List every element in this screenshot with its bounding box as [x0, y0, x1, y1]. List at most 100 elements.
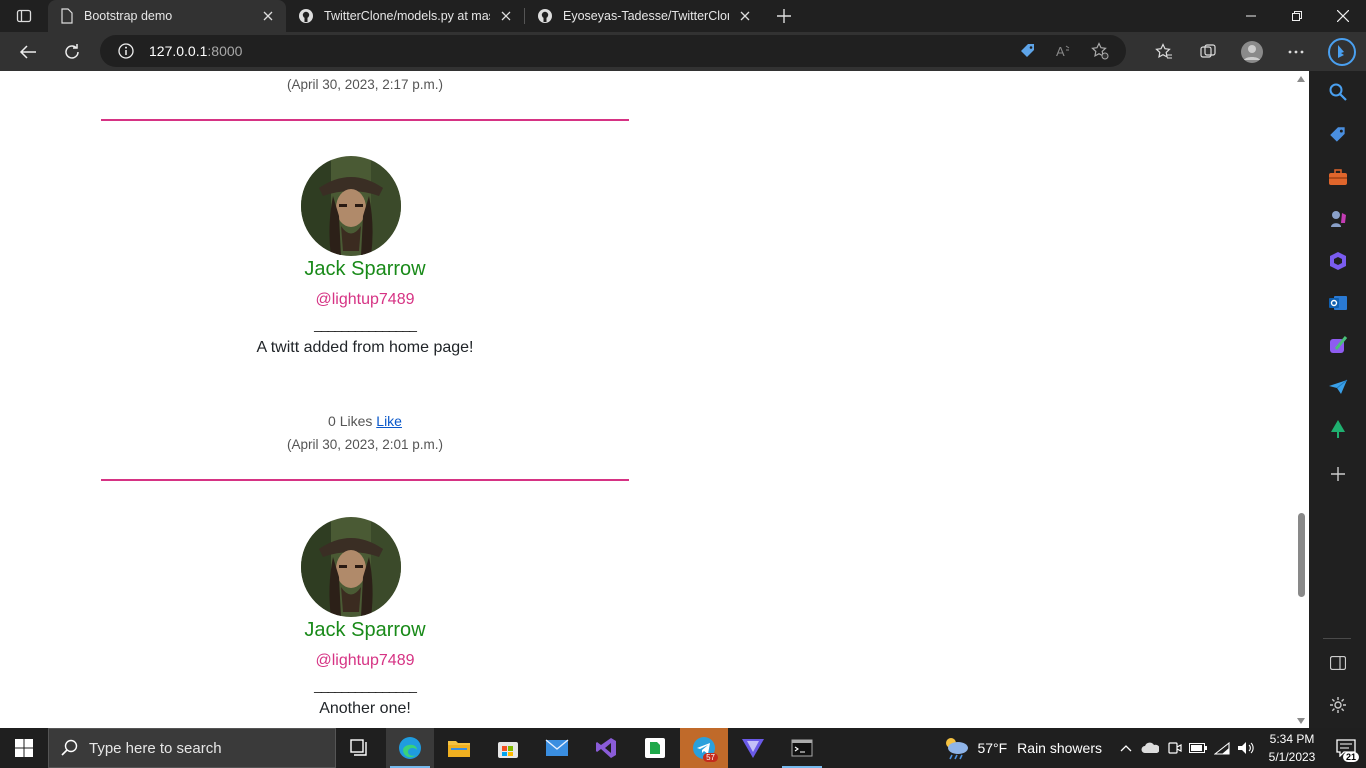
- show-hidden-icons-button[interactable]: [1114, 744, 1138, 752]
- plus-icon: [777, 9, 791, 23]
- read-aloud-button[interactable]: A: [1048, 35, 1080, 67]
- minimize-button[interactable]: [1228, 0, 1274, 32]
- search-icon: [1329, 83, 1347, 101]
- scroll-down-arrow[interactable]: [1297, 718, 1305, 724]
- taskbar-search-box[interactable]: Type here to search: [48, 728, 336, 768]
- taskbar-mail[interactable]: [533, 728, 581, 768]
- tab-actions-button[interactable]: [0, 0, 48, 32]
- panel-icon: [1330, 656, 1346, 670]
- scroll-thumb[interactable]: [1298, 513, 1305, 597]
- sidebar-designer-button[interactable]: [1323, 330, 1353, 360]
- sidebar-add-button[interactable]: [1323, 459, 1353, 489]
- start-button[interactable]: [0, 728, 48, 768]
- toolbar-right: [1142, 32, 1366, 71]
- add-favorite-button[interactable]: [1084, 35, 1116, 67]
- url-host: 127.0.0.1: [149, 43, 208, 59]
- terminal-icon: [791, 739, 813, 757]
- chevron-up-icon: [1120, 745, 1132, 752]
- svg-text:A: A: [1056, 44, 1065, 59]
- github-icon: [538, 9, 552, 23]
- restore-button[interactable]: [1274, 0, 1320, 32]
- taskbar-telegram[interactable]: 57: [680, 728, 728, 768]
- taskbar-vivaldi[interactable]: [729, 728, 777, 768]
- sidebar-tools-button[interactable]: [1323, 162, 1353, 192]
- address-bar-actions: A: [1012, 35, 1116, 67]
- weather-widget[interactable]: 57°F Rain showers: [943, 735, 1102, 761]
- close-tab-button[interactable]: [260, 8, 276, 24]
- close-tab-button[interactable]: [498, 8, 514, 24]
- wifi-icon: [1214, 741, 1230, 755]
- battery-button[interactable]: [1186, 743, 1210, 753]
- close-window-button[interactable]: [1320, 0, 1366, 32]
- meet-now-button[interactable]: [1162, 740, 1186, 756]
- sidebar-outlook-button[interactable]: [1323, 288, 1353, 318]
- text-rule: _______________: [314, 316, 417, 332]
- browser-toolbar: 127.0.0.1:8000 A: [0, 32, 1366, 71]
- office-icon: [1330, 252, 1346, 270]
- taskbar-terminal[interactable]: [778, 728, 826, 768]
- sidebar-office-button[interactable]: [1323, 246, 1353, 276]
- designer-icon: [1330, 336, 1348, 353]
- sidebar-games-button[interactable]: [1323, 204, 1353, 234]
- taskbar-file-explorer[interactable]: [435, 728, 483, 768]
- onedrive-button[interactable]: [1138, 742, 1162, 754]
- like-link[interactable]: Like: [376, 413, 402, 429]
- url-port: :8000: [207, 43, 243, 59]
- sidebar-search-button[interactable]: [1323, 77, 1353, 107]
- wifi-button[interactable]: [1210, 741, 1234, 755]
- sidebar-shopping-button[interactable]: [1323, 120, 1353, 150]
- task-view-button[interactable]: [336, 728, 384, 768]
- favorites-button[interactable]: [1142, 32, 1186, 71]
- windows-logo-icon: [15, 739, 33, 757]
- store-icon: [498, 742, 518, 758]
- new-tab-button[interactable]: [769, 0, 799, 32]
- post-date: (April 30, 2023, 2:17 p.m.): [286, 77, 444, 92]
- bing-icon: [1328, 37, 1356, 66]
- sidebar-settings-button[interactable]: [1323, 690, 1353, 720]
- back-button[interactable]: [10, 36, 46, 68]
- mail-icon: [545, 739, 569, 756]
- page-viewport: (April 30, 2023, 2:17 p.m.) Jack Sparrow…: [0, 71, 1293, 728]
- visual-studio-icon: [596, 738, 616, 758]
- taskbar-store[interactable]: [484, 728, 532, 768]
- post-author-handle: @lightup7489: [315, 291, 415, 308]
- post-author-name: Jack Sparrow: [304, 619, 426, 641]
- profile-button[interactable]: [1230, 32, 1274, 71]
- taskbar-edge[interactable]: [386, 728, 434, 768]
- tab-strip: Bootstrap demo TwitterClone/models.py at…: [0, 0, 1366, 32]
- scroll-up-arrow[interactable]: [1297, 76, 1305, 82]
- collections-icon: [1200, 43, 1216, 58]
- github-icon: [299, 9, 313, 23]
- tab-bootstrap-demo[interactable]: Bootstrap demo: [48, 0, 286, 32]
- tab-models-py[interactable]: TwitterClone/models.py at maste: [286, 0, 524, 32]
- post-body: A twitt added from home page!: [256, 339, 474, 356]
- settings-more-button[interactable]: [1274, 32, 1318, 71]
- sidebar-tree-button[interactable]: [1323, 414, 1353, 444]
- post-author-name: Jack Sparrow: [304, 258, 426, 280]
- outlook-icon: [1329, 296, 1347, 310]
- tab-twitterclone-repo[interactable]: Eyoseyas-Tadesse/TwitterClone: S: [525, 0, 763, 32]
- text-rule: _______________: [314, 677, 417, 693]
- avatar: [301, 156, 401, 256]
- tab-title: Bootstrap demo: [84, 9, 173, 23]
- sidebar-send-button[interactable]: [1323, 372, 1353, 402]
- bing-chat-button[interactable]: [1318, 32, 1366, 71]
- edge-sidebar: [1309, 71, 1366, 728]
- sidebar-hide-button[interactable]: [1323, 648, 1353, 678]
- collections-button[interactable]: [1186, 32, 1230, 71]
- address-bar[interactable]: 127.0.0.1:8000 A: [100, 35, 1126, 67]
- shopping-tag-button[interactable]: [1012, 35, 1044, 67]
- tag-icon: [1330, 127, 1345, 142]
- refresh-button[interactable]: [54, 36, 90, 68]
- page-icon: [61, 8, 73, 24]
- taskbar-evernote[interactable]: [631, 728, 679, 768]
- close-tab-button[interactable]: [737, 8, 753, 24]
- volume-button[interactable]: [1234, 741, 1258, 755]
- notifications-button[interactable]: 21: [1326, 728, 1366, 768]
- close-icon: [740, 11, 750, 21]
- clock[interactable]: 5:34 PM 5/1/2023: [1258, 730, 1326, 766]
- page-scrollbar[interactable]: [1293, 71, 1309, 728]
- folder-icon: [448, 741, 470, 757]
- taskbar-visual-studio[interactable]: [582, 728, 630, 768]
- site-info-button[interactable]: [108, 43, 144, 59]
